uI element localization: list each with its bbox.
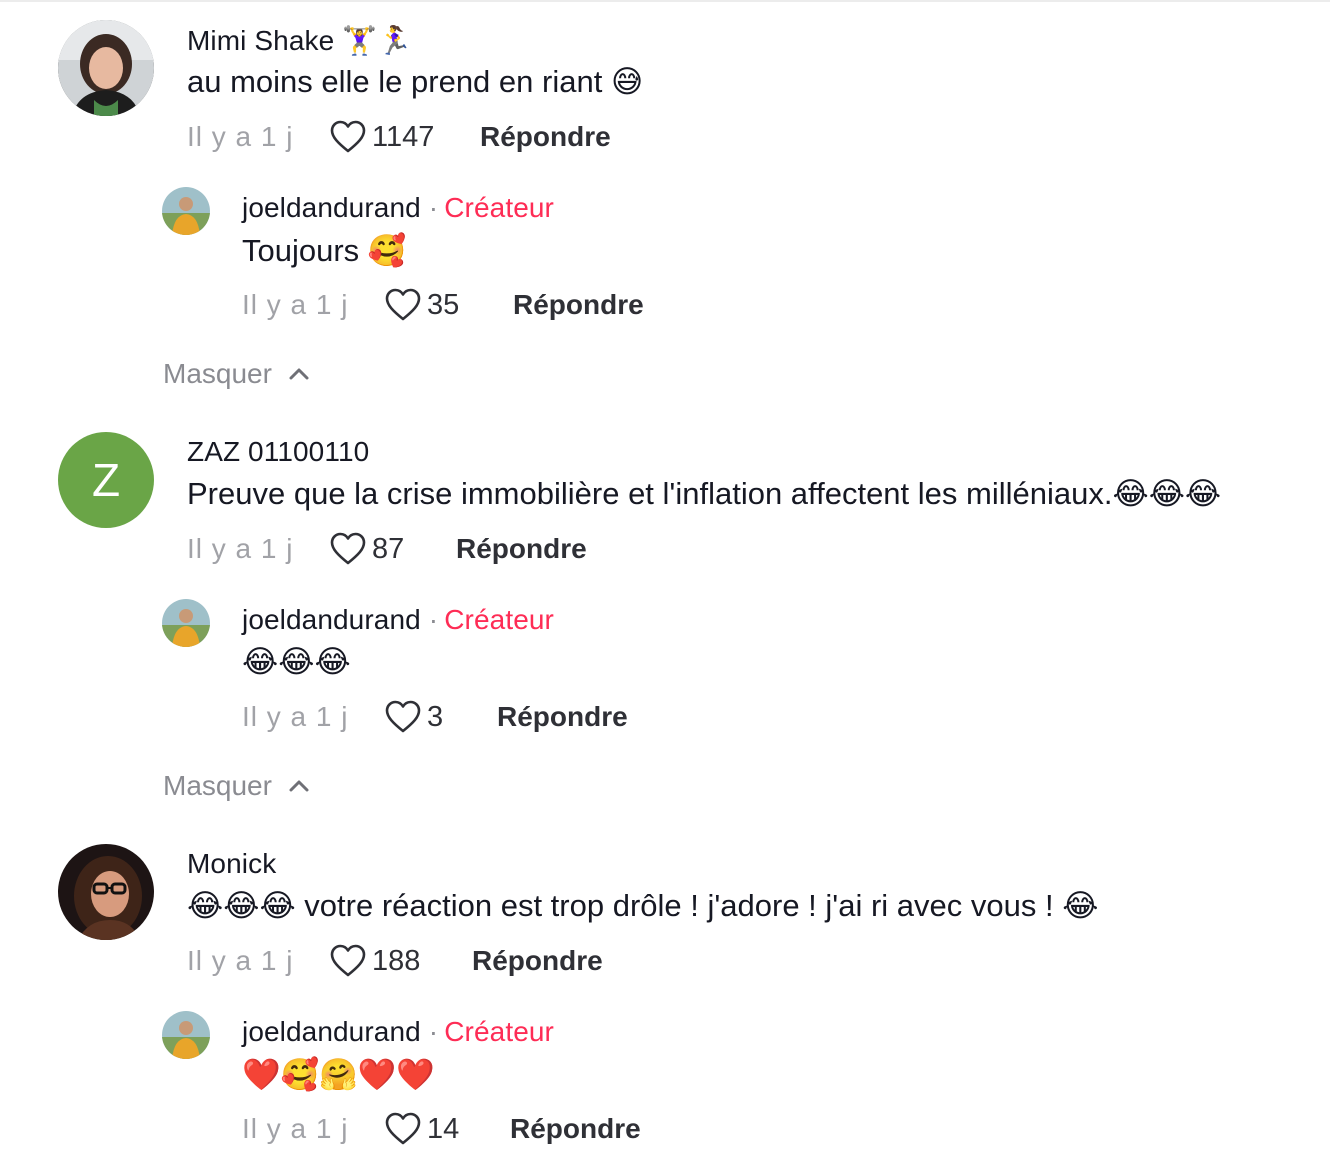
comment-username[interactable]: Monick: [187, 848, 276, 880]
avatar[interactable]: [162, 187, 210, 235]
avatar[interactable]: [58, 844, 154, 940]
comment-meta: Il y a 1 j 87 Répondre: [187, 532, 587, 566]
like-count: 1147: [372, 120, 435, 153]
username-emoji: 🏋️‍♀️🏃‍♀️: [342, 24, 413, 57]
comment-emoji: 😂😂😂: [1112, 476, 1222, 512]
reply-text: ❤️🥰🤗❤️❤️: [242, 1056, 435, 1093]
creator-badge: Créateur: [444, 604, 554, 635]
like-count: 87: [372, 532, 405, 565]
reply-text: Toujours 🥰: [242, 233, 407, 269]
reply-meta: Il y a 1 j 14 Répondre: [242, 1112, 641, 1146]
like-count: 35: [427, 288, 460, 321]
reply-emoji: ❤️🥰🤗❤️❤️: [242, 1057, 435, 1093]
comment-username[interactable]: Mimi Shake 🏋️‍♀️🏃‍♀️: [187, 24, 412, 57]
comment-time: Il y a 1 j: [187, 121, 294, 152]
comment-meta: Il y a 1 j 1147 Répondre: [187, 120, 611, 154]
heart-outline-icon: [330, 120, 366, 153]
reply-username[interactable]: joeldandurand · Créateur: [242, 192, 554, 224]
like-button[interactable]: 1147: [330, 120, 480, 154]
avatar[interactable]: [162, 1011, 210, 1059]
avatar[interactable]: [58, 20, 154, 116]
avatar-letter: Z: [91, 454, 121, 506]
reply-username[interactable]: joeldandurand · Créateur: [242, 604, 554, 636]
reply-button[interactable]: Répondre: [456, 533, 587, 565]
like-button[interactable]: 87: [330, 532, 456, 566]
separator: ·: [428, 192, 439, 223]
reply-time: Il y a 1 j: [242, 1113, 349, 1144]
comment-text: 😂😂😂 votre réaction est trop drôle ! j'ad…: [187, 888, 1099, 924]
reply-meta: Il y a 1 j 3 Répondre: [242, 700, 628, 734]
reply-time: Il y a 1 j: [242, 289, 349, 320]
reply-button[interactable]: Répondre: [472, 945, 603, 977]
heart-outline-icon: [385, 1112, 421, 1145]
avatar-photo: [58, 844, 154, 940]
comment-emoji-prefix: 😂😂😂: [187, 888, 296, 924]
reply-button[interactable]: Répondre: [513, 289, 644, 321]
comment-username[interactable]: ZAZ 01100110: [187, 436, 369, 468]
like-count: 188: [372, 944, 421, 977]
reply-button[interactable]: Répondre: [480, 121, 611, 153]
comment-time: Il y a 1 j: [187, 945, 294, 976]
reply-emoji: 🥰: [367, 233, 407, 269]
hide-replies-label: Masquer: [163, 358, 272, 389]
avatar-photo: [58, 20, 154, 116]
avatar-photo: [162, 1011, 210, 1059]
separator: ·: [428, 604, 439, 635]
comment-emoji: 😂: [1062, 888, 1099, 924]
like-button[interactable]: 3: [385, 700, 497, 734]
avatar[interactable]: [162, 599, 210, 647]
comment-text: Preuve que la crise immobilière et l'inf…: [187, 476, 1222, 512]
top-divider: [0, 0, 1330, 2]
creator-badge: Créateur: [444, 1016, 554, 1047]
creator-badge: Créateur: [444, 192, 554, 223]
avatar-photo: [162, 599, 210, 647]
reply-username[interactable]: joeldandurand · Créateur: [242, 1016, 554, 1048]
comment-emoji: 😅: [610, 64, 644, 100]
heart-outline-icon: [385, 700, 421, 733]
chevron-up-icon: [289, 780, 309, 792]
hide-replies-button[interactable]: Masquer: [163, 770, 310, 802]
reply-text: 😂😂😂: [242, 644, 351, 680]
reply-time: Il y a 1 j: [242, 701, 349, 732]
separator: ·: [428, 1016, 439, 1047]
like-button[interactable]: 188: [330, 944, 472, 978]
reply-emoji: 😂😂😂: [242, 644, 351, 680]
hide-replies-label: Masquer: [163, 770, 272, 801]
like-button[interactable]: 14: [385, 1112, 510, 1146]
like-button[interactable]: 35: [385, 288, 513, 322]
comment-meta: Il y a 1 j 188 Répondre: [187, 944, 603, 978]
hide-replies-button[interactable]: Masquer: [163, 358, 310, 390]
like-count: 14: [427, 1112, 460, 1145]
avatar[interactable]: Z: [58, 432, 154, 528]
chevron-up-icon: [289, 368, 309, 380]
heart-outline-icon: [330, 944, 366, 977]
comment-text: au moins elle le prend en riant 😅: [187, 64, 644, 100]
heart-outline-icon: [330, 532, 366, 565]
reply-meta: Il y a 1 j 35 Répondre: [242, 288, 644, 322]
reply-button[interactable]: Répondre: [497, 701, 628, 733]
heart-outline-icon: [385, 288, 421, 321]
like-count: 3: [427, 700, 444, 733]
avatar-photo: [162, 187, 210, 235]
reply-button[interactable]: Répondre: [510, 1113, 641, 1145]
comment-time: Il y a 1 j: [187, 533, 294, 564]
